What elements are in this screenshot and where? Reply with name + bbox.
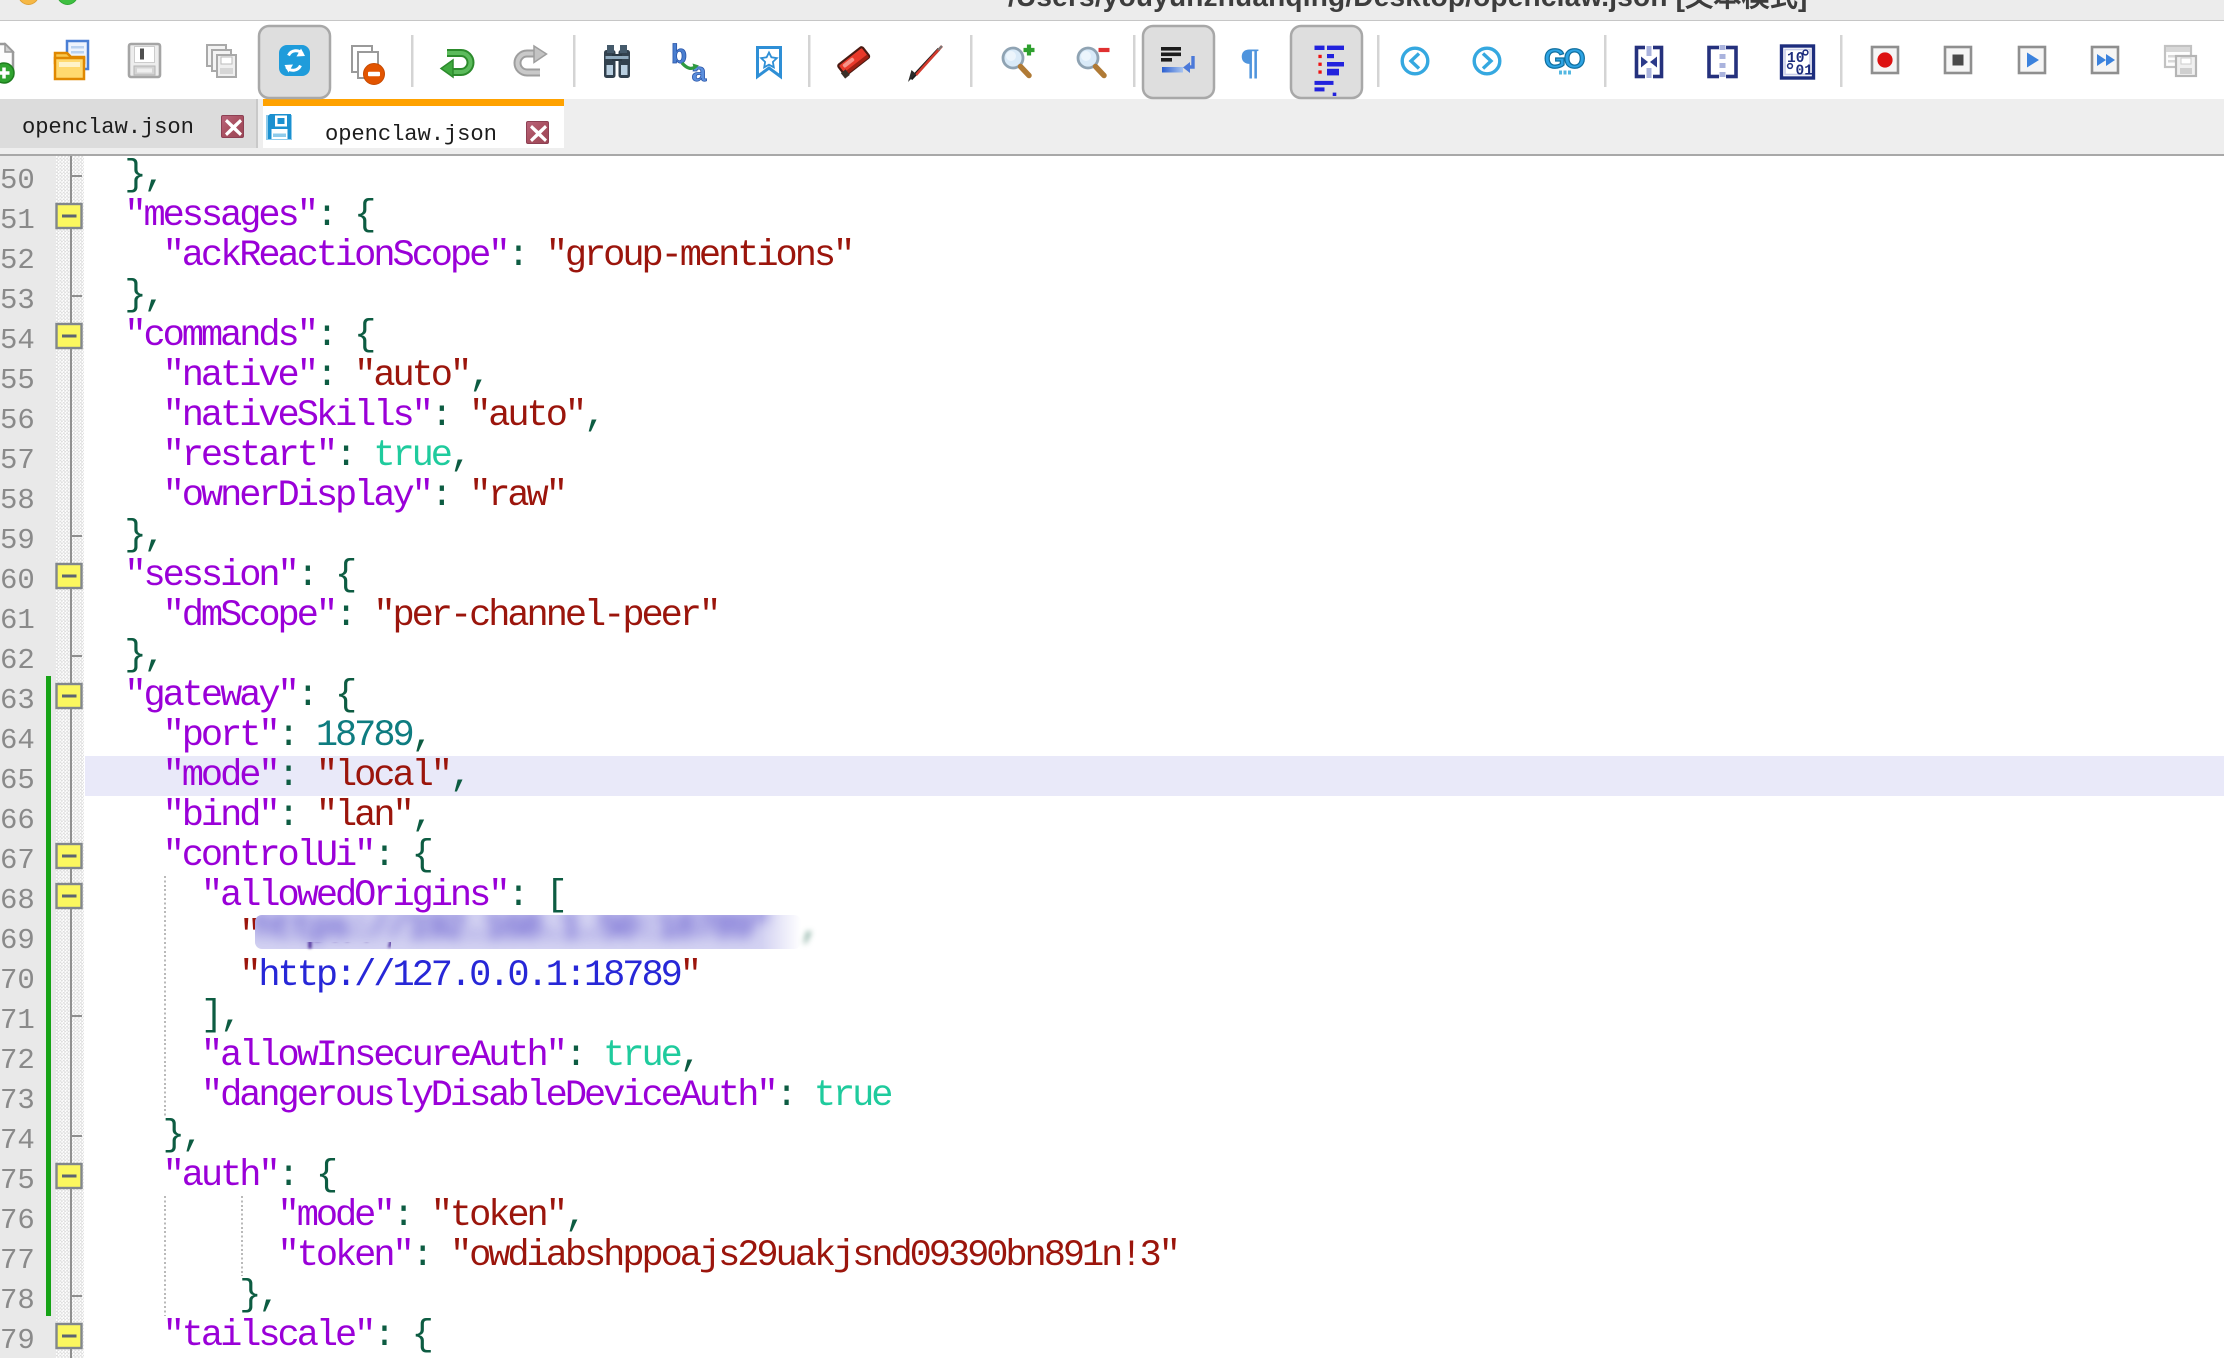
svg-text:¶: ¶ — [1240, 42, 1260, 83]
svg-text:GO: GO — [1544, 43, 1585, 74]
svg-text:01: 01 — [1796, 64, 1814, 80]
